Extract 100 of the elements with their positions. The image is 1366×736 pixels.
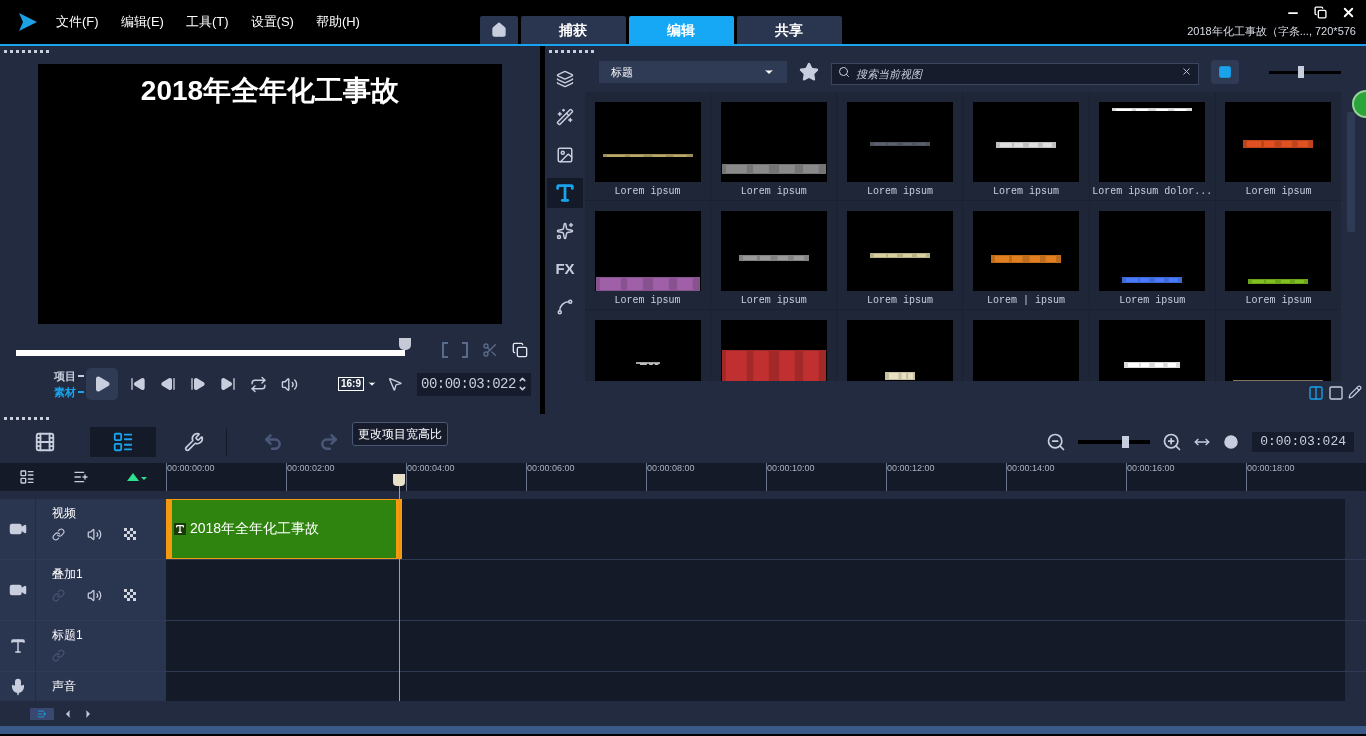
preview-title-text: 2018年全年化工事故 [140,74,400,108]
ruler-label: 00:00:10:00 [767,463,816,474]
home-tab[interactable] [479,16,518,44]
zoom-slider[interactable] [1078,435,1151,448]
template-label[interactable]: Lorem ipsum [740,293,807,308]
mode-tab[interactable]: 捕获 [520,16,626,44]
ruler-label: 00:00:02:00 [287,463,336,474]
add-favorite-icon[interactable] [799,62,819,82]
clip-label: 2018年全年化工事故 [190,519,320,539]
add-track-button[interactable] [30,707,54,720]
ruler-label: 00:00:08:00 [647,463,696,474]
track-name: 标题1 [52,626,83,643]
timeline-clip[interactable]: 2018年全年化工事故 [166,498,402,559]
menu-item[interactable]: 设置(S) [250,12,294,32]
ruler-label: 00:00:16:00 [1127,463,1176,474]
project-info: 2018年化工事故（字条..., 720*576 [1187,23,1356,39]
marker-icon[interactable] [127,472,147,483]
track-type-icon [8,636,27,655]
template-label[interactable]: Lorem ipsum [866,293,933,308]
template-label[interactable]: Lorem ipsum [993,184,1060,199]
playhead-handle[interactable] [393,474,405,486]
template-label[interactable]: Lorem ipsum [1245,293,1312,308]
previous-frame-icon[interactable] [160,376,176,392]
tools-icon[interactable] [184,431,204,452]
magic-wand-icon [556,108,574,126]
mode-toggle[interactable]: 素材 [54,384,76,400]
template-label[interactable]: Lorem ipsum [1119,293,1186,308]
crop-select-icon[interactable] [387,376,403,392]
mode-tab[interactable]: 共享 [736,16,842,44]
close-icon[interactable] [1341,5,1356,20]
increase-icon[interactable] [517,375,527,384]
menu-item[interactable]: 帮助(H) [315,12,360,32]
template-label[interactable]: Lorem ipsum [614,293,681,308]
edit-icon[interactable] [1348,385,1362,399]
category-dropdown[interactable]: 标题 [599,61,787,83]
panel-icon [1218,65,1232,79]
timecode-display: 0:00:03:024 [1252,431,1354,452]
track-manager-icon[interactable] [19,469,35,486]
film-icon [34,430,56,453]
timeline-icon [112,430,134,453]
template-label[interactable]: Lorem ipsum [1245,184,1312,199]
mode-toggle[interactable]: 项目 [54,368,76,384]
ruler-label: 00:00:00:00 [167,463,216,474]
track-name: 叠加1 [52,565,84,582]
menu-item[interactable]: 工具(T) [185,12,229,32]
slider-thumb[interactable] [1121,435,1129,448]
search-icon[interactable] [838,66,850,78]
layout-icon[interactable] [1328,385,1344,401]
ruler-label: 00:00:18:00 [1247,463,1296,474]
volume-icon[interactable] [281,375,298,393]
play-icon [93,375,111,393]
search-field[interactable]: 搜索当前视图 [831,63,1199,85]
timeline-view-button[interactable] [90,426,156,457]
template-label[interactable]: Lorem ipsum dolor... [1092,184,1213,199]
ruler-label: 00:00:04:00 [407,463,456,474]
transparency-icon[interactable] [124,589,136,602]
zoom-out-icon[interactable] [1046,431,1067,452]
menu-item[interactable]: 文件(F) [56,12,99,32]
home-icon [490,22,507,38]
zoom-in-icon[interactable] [1162,431,1183,452]
mark-in-icon[interactable] [442,342,448,358]
scrollbar[interactable] [1347,112,1355,232]
mute-icon[interactable] [87,587,102,603]
title-icon [554,182,576,204]
decrease-icon[interactable] [517,384,527,393]
clear-icon[interactable] [1181,66,1192,77]
copy-icon[interactable] [512,342,528,358]
transparency-icon[interactable] [124,528,136,541]
template-label[interactable]: Lorem ipsum [614,184,681,199]
ruler-label: 00:00:06:00 [527,463,576,474]
template-label[interactable]: Lorem | ipsum [987,293,1066,308]
scissors-icon[interactable] [482,342,498,358]
timecode-display: 00:00:03:022 [417,372,531,396]
sparkles-icon [556,222,574,240]
menu-item[interactable]: 编辑(E) [120,12,164,32]
ruler-label: 00:00:12:00 [887,463,936,474]
go-to-start-icon[interactable] [130,376,146,392]
template-label[interactable]: Lorem ipsum [740,184,807,199]
link-icon[interactable] [52,527,65,541]
category-button[interactable]: FX [547,254,583,284]
category-button[interactable] [547,178,583,208]
go-to-end-icon[interactable] [220,376,236,392]
tooltip: 更改项目宽高比 [352,422,448,446]
thumbnail-size-slider[interactable] [1269,66,1341,78]
caret-icon [367,379,377,389]
repeat-icon[interactable] [250,375,267,393]
play-button[interactable] [86,368,118,400]
restore-icon[interactable] [1314,6,1327,19]
scrubber-handle[interactable] [398,338,411,350]
template-label[interactable]: Lorem ipsum [866,184,933,199]
mark-out-icon[interactable] [462,342,468,358]
next-frame-icon[interactable] [190,376,206,392]
title-clip-icon [174,522,186,535]
path-icon [556,298,574,316]
app-logo [17,11,39,33]
mute-icon[interactable] [87,526,102,542]
slider-thumb[interactable] [1298,66,1305,78]
view-mode-button[interactable] [1211,60,1239,84]
layout-icon[interactable] [1308,385,1324,401]
track-name: 视频 [52,504,77,521]
